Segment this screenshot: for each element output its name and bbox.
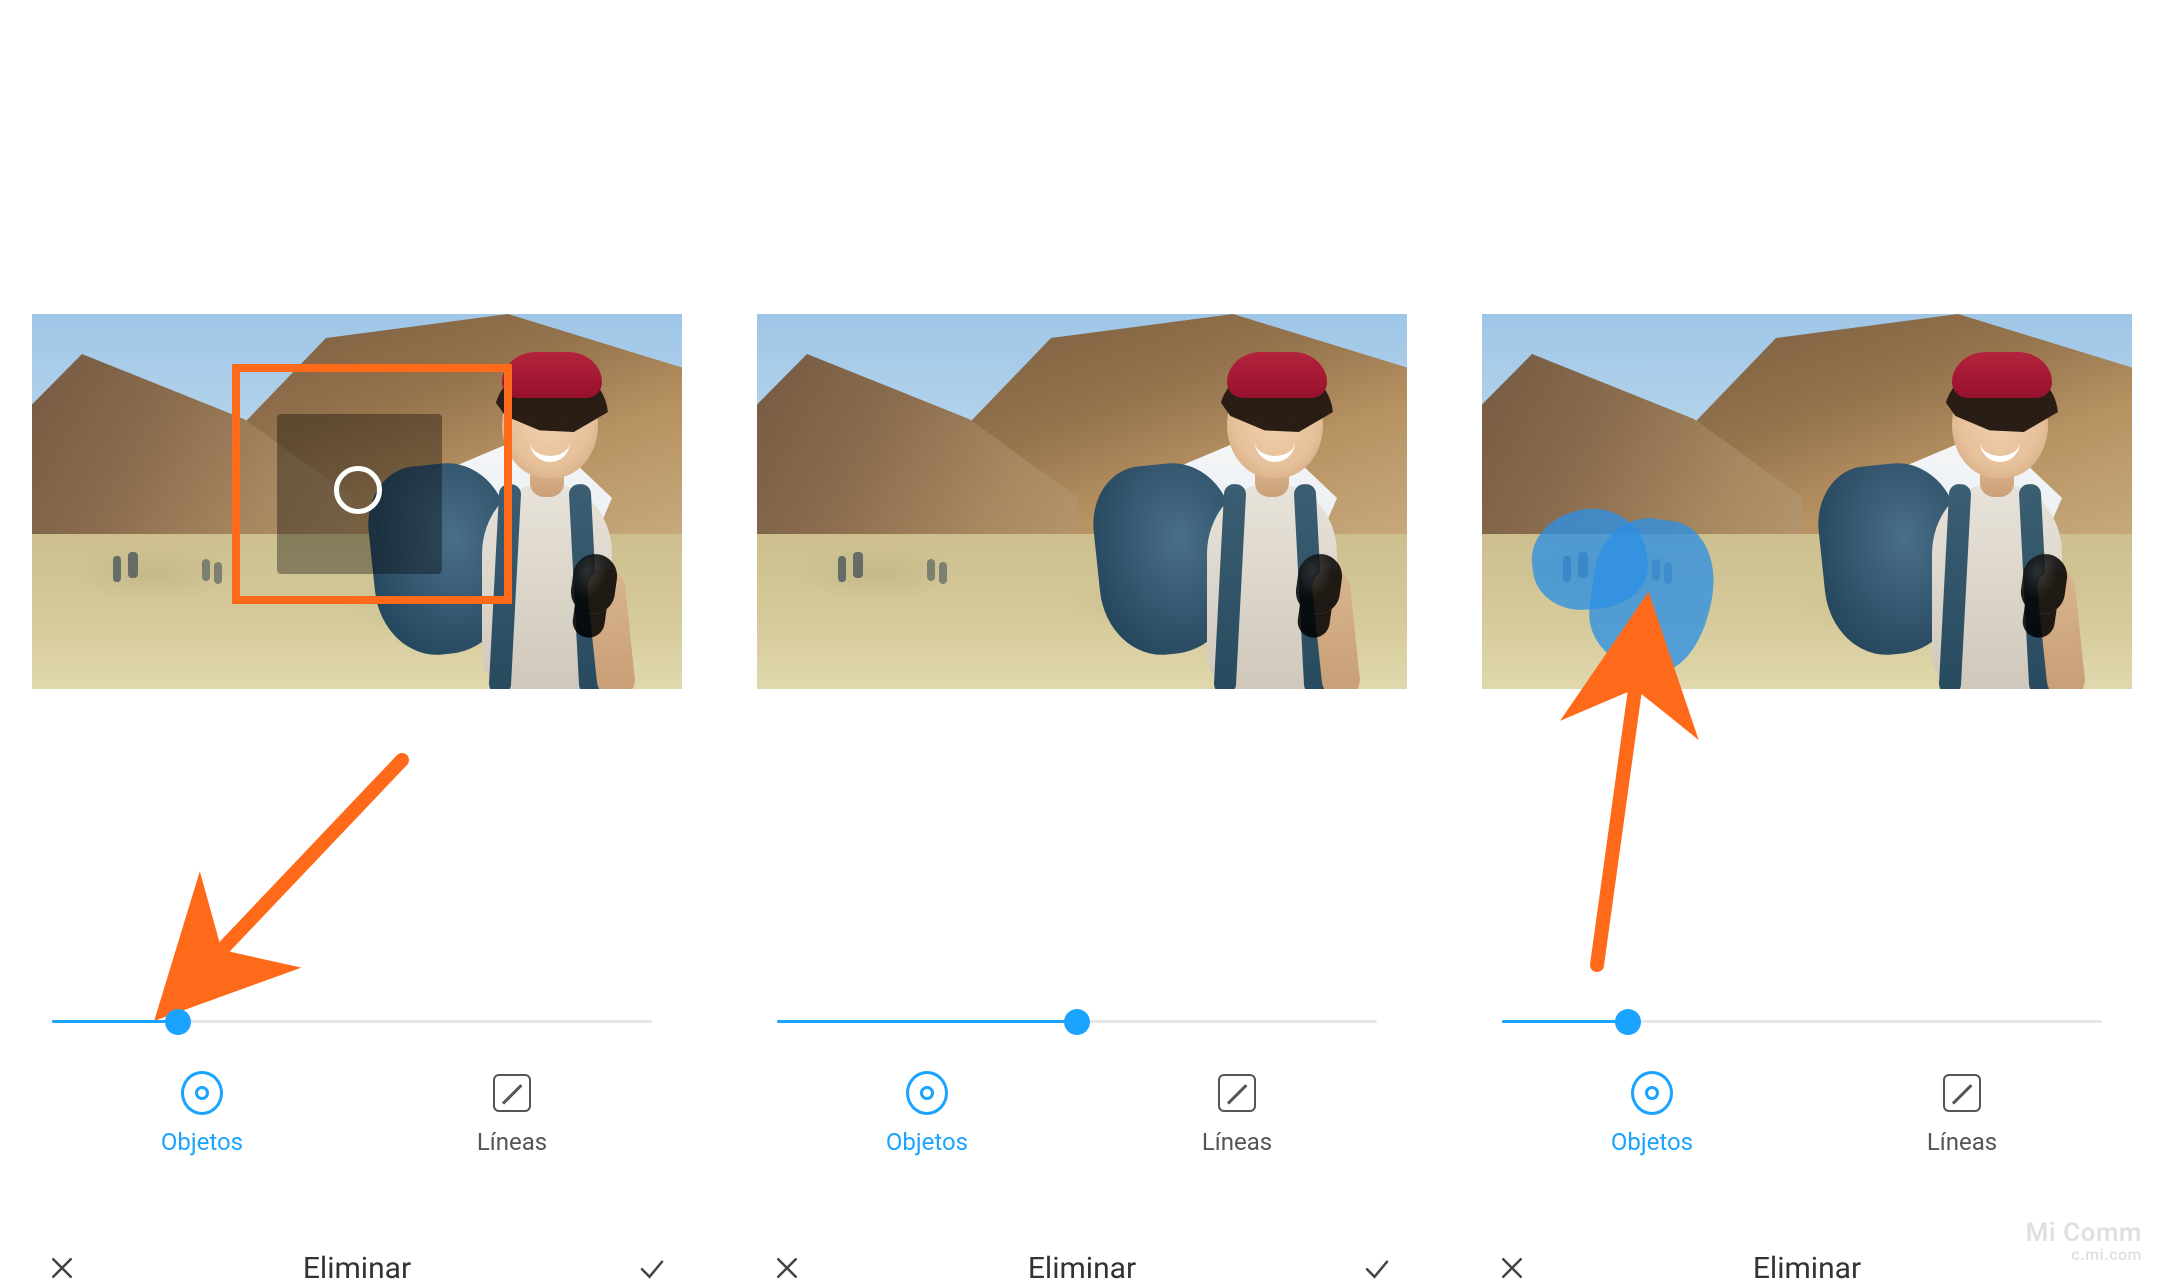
check-icon <box>637 1253 667 1280</box>
line-square-icon <box>1941 1072 1983 1114</box>
tool-lines-label: Líneas <box>1202 1128 1272 1156</box>
bottom-bar: Eliminar <box>1452 1238 2160 1280</box>
tool-objects-label: Objetos <box>161 1128 243 1156</box>
circle-target-icon <box>181 1072 223 1114</box>
tool-row: Objetos Líneas <box>2 1072 712 1182</box>
close-icon <box>772 1253 802 1280</box>
brush-cursor-icon <box>334 466 382 514</box>
close-icon <box>47 1253 77 1280</box>
mode-title: Eliminar <box>807 1251 1357 1280</box>
slider-thumb[interactable] <box>165 1009 191 1035</box>
confirm-button[interactable] <box>632 1248 672 1280</box>
photo-walker <box>214 562 222 584</box>
tool-objects[interactable]: Objetos <box>857 1072 997 1156</box>
editor-panel-3: Objetos Líneas Eliminar <box>1452 0 2160 1280</box>
tool-row: Objetos Líneas <box>727 1072 1437 1182</box>
tool-lines[interactable]: Líneas <box>442 1072 582 1156</box>
annotation-arrow-icon <box>1527 635 1727 995</box>
cancel-button[interactable] <box>1492 1248 1532 1280</box>
cancel-button[interactable] <box>767 1248 807 1280</box>
editor-panel-2: Objetos Líneas Eliminar <box>727 0 1437 1280</box>
slider-thumb[interactable] <box>1064 1009 1090 1035</box>
slider-thumb[interactable] <box>1615 1009 1641 1035</box>
mode-title: Eliminar <box>1532 1251 2082 1280</box>
circle-target-icon <box>906 1072 948 1114</box>
tool-objects[interactable]: Objetos <box>1582 1072 1722 1156</box>
panel-row: Objetos Líneas Eliminar <box>0 0 2160 1280</box>
bottom-bar: Eliminar <box>727 1238 1437 1280</box>
tool-lines[interactable]: Líneas <box>1167 1072 1307 1156</box>
photo-walker <box>113 556 121 582</box>
bottom-bar: Eliminar <box>2 1238 712 1280</box>
tool-lines-label: Líneas <box>477 1128 547 1156</box>
photo-canvas[interactable] <box>757 314 1407 689</box>
line-square-icon <box>491 1072 533 1114</box>
tool-objects-label: Objetos <box>886 1128 968 1156</box>
brush-size-slider[interactable] <box>52 1010 652 1034</box>
annotation-arrow-icon <box>152 730 452 1030</box>
photo-walker <box>202 559 210 581</box>
brush-size-slider[interactable] <box>777 1010 1377 1034</box>
tool-objects-label: Objetos <box>1611 1128 1693 1156</box>
slider-fill <box>1502 1020 1628 1023</box>
tool-objects[interactable]: Objetos <box>132 1072 272 1156</box>
editor-panel-1: Objetos Líneas Eliminar <box>2 0 712 1280</box>
close-icon <box>1497 1253 1527 1280</box>
confirm-button[interactable] <box>1357 1248 1397 1280</box>
cancel-button[interactable] <box>42 1248 82 1280</box>
line-square-icon <box>1216 1072 1258 1114</box>
photo-canvas[interactable] <box>32 314 682 689</box>
photo-canvas[interactable] <box>1482 314 2132 689</box>
tool-lines-label: Líneas <box>1927 1128 1997 1156</box>
mode-title: Eliminar <box>82 1251 632 1280</box>
slider-fill <box>777 1020 1077 1023</box>
slider-fill <box>52 1020 178 1023</box>
photo-walker <box>128 552 138 578</box>
brush-size-slider[interactable] <box>1502 1010 2102 1034</box>
tool-row: Objetos Líneas <box>1452 1072 2160 1182</box>
circle-target-icon <box>1631 1072 1673 1114</box>
tool-lines[interactable]: Líneas <box>1892 1072 2032 1156</box>
check-icon <box>1362 1253 1392 1280</box>
